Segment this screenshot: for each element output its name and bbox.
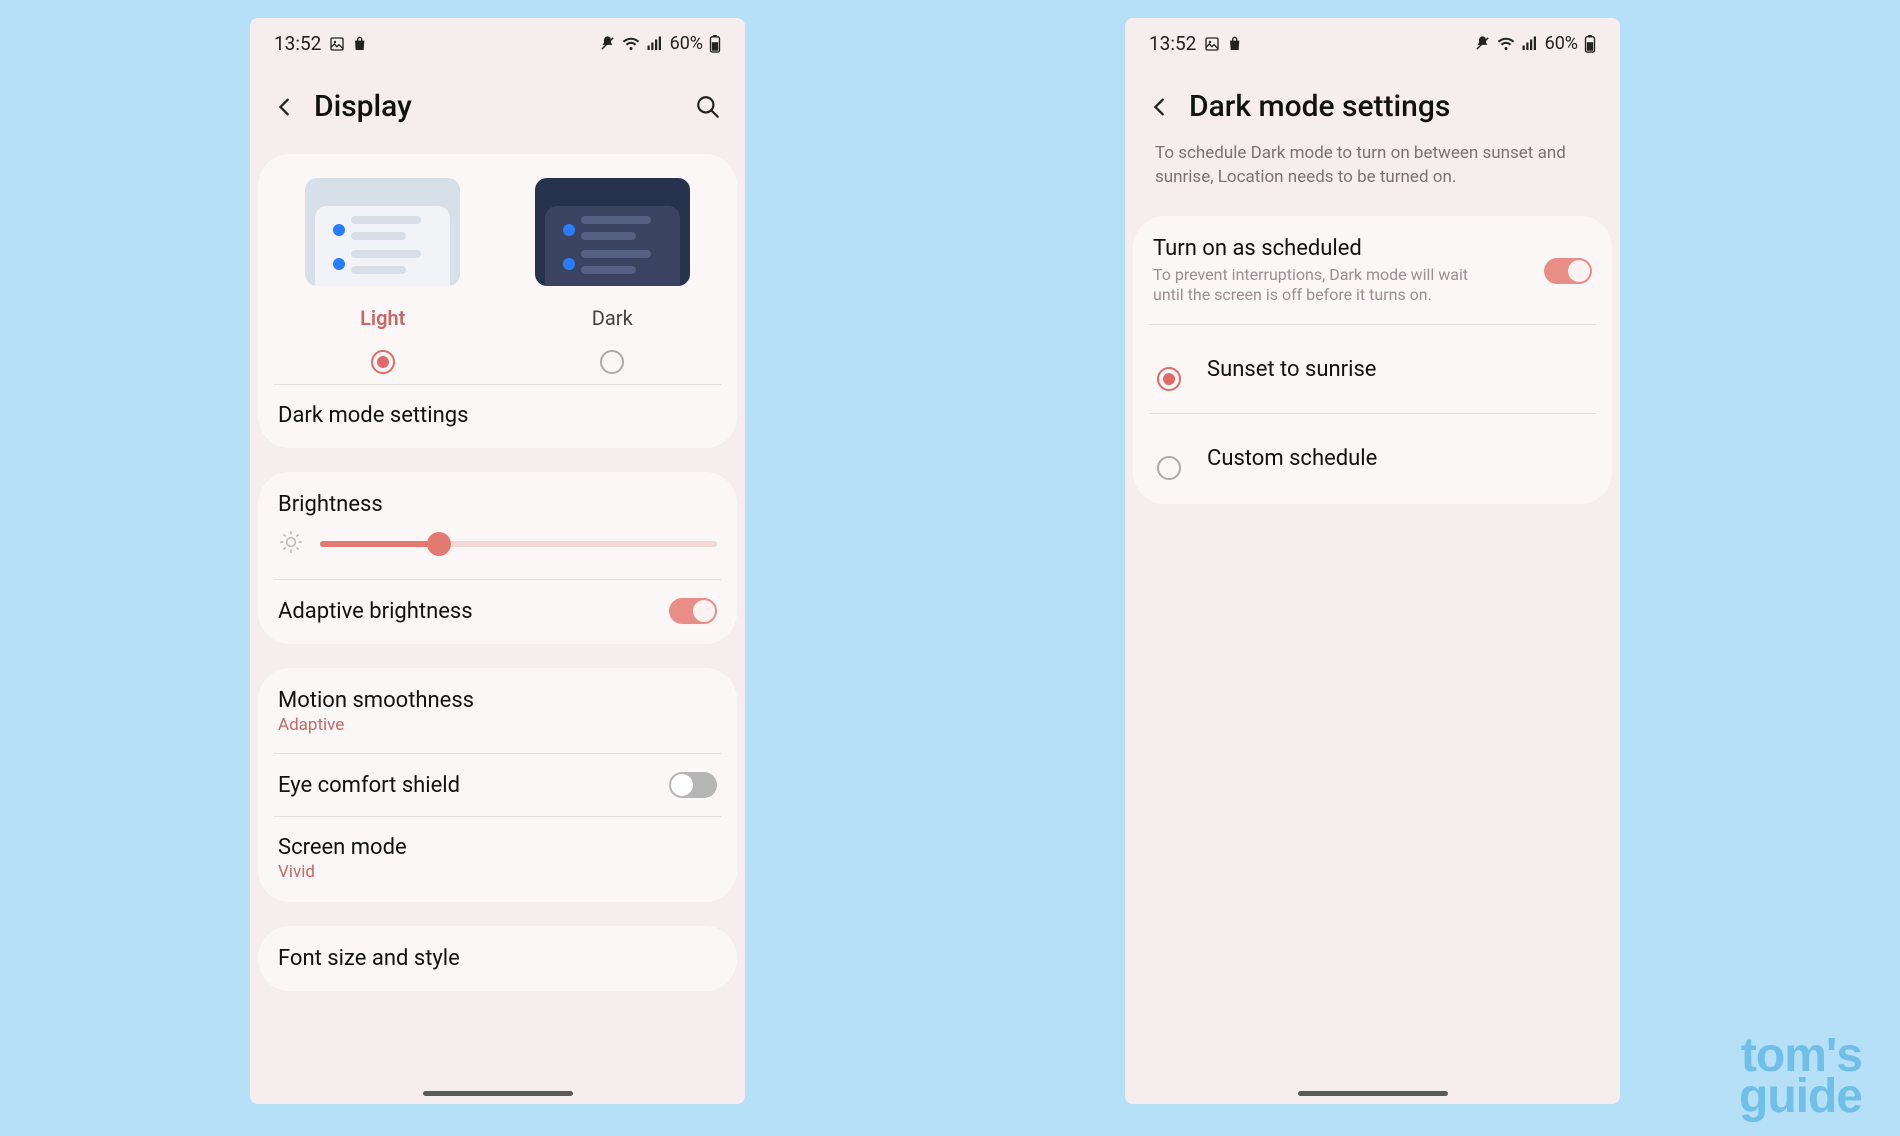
theme-thumbnail-dark: [535, 178, 690, 286]
option-sunset-row[interactable]: Sunset to sunrise: [1133, 325, 1612, 413]
option-custom-row[interactable]: Custom schedule: [1133, 414, 1612, 502]
brightness-slider[interactable]: [320, 541, 717, 547]
motion-smoothness-value: Adaptive: [278, 715, 474, 735]
watermark-logo: tom's guide: [1739, 1036, 1862, 1118]
page-description: To schedule Dark mode to turn on between…: [1125, 142, 1620, 204]
brightness-icon: [278, 529, 304, 559]
motion-smoothness-label: Motion smoothness: [278, 688, 474, 713]
signal-icon: [646, 35, 664, 53]
turn-on-scheduled-desc: To prevent interruptions, Dark mode will…: [1153, 265, 1483, 307]
brightness-slider-knob[interactable]: [427, 532, 451, 556]
dark-mode-settings-row[interactable]: Dark mode settings: [258, 385, 737, 446]
page-header: Dark mode settings: [1125, 61, 1620, 142]
brightness-slider-row: [258, 521, 737, 579]
gallery-icon: [329, 36, 345, 52]
option-custom-radio[interactable]: [1157, 456, 1181, 480]
theme-option-light[interactable]: Light: [268, 178, 498, 374]
brightness-label: Brightness: [278, 492, 383, 517]
turn-on-scheduled-row[interactable]: Turn on as scheduled To prevent interrup…: [1133, 218, 1612, 325]
gesture-bar[interactable]: [1298, 1091, 1448, 1096]
option-sunset-label: Sunset to sunrise: [1207, 357, 1376, 382]
font-size-label: Font size and style: [278, 946, 460, 971]
theme-label-light: Light: [360, 306, 405, 330]
wifi-icon: [622, 35, 640, 53]
phone-display-settings: 13:52 60%: [250, 18, 745, 1104]
battery-icon: [1584, 35, 1596, 53]
back-button[interactable]: [274, 96, 296, 118]
page-title: Display: [314, 89, 412, 124]
theme-card: Light Dark D: [258, 154, 737, 448]
wifi-icon: [1497, 35, 1515, 53]
eye-comfort-row[interactable]: Eye comfort shield: [258, 754, 737, 816]
turn-on-scheduled-label: Turn on as scheduled: [1153, 236, 1483, 261]
signal-icon: [1521, 35, 1539, 53]
page-title: Dark mode settings: [1189, 89, 1450, 124]
theme-label-dark: Dark: [592, 306, 633, 330]
eye-comfort-label: Eye comfort shield: [278, 773, 460, 798]
phone-dark-mode-settings: 13:52 60%: [1125, 18, 1620, 1104]
dark-mode-settings-label: Dark mode settings: [278, 403, 468, 428]
screen-mode-value: Vivid: [278, 862, 407, 882]
adaptive-brightness-label: Adaptive brightness: [278, 599, 473, 624]
battery-icon: [709, 35, 721, 53]
status-bar: 13:52 60%: [250, 18, 745, 61]
adaptive-brightness-toggle[interactable]: [669, 598, 717, 624]
screen-mode-label: Screen mode: [278, 835, 407, 860]
theme-radio-dark[interactable]: [600, 350, 624, 374]
screen-mode-row[interactable]: Screen mode Vivid: [258, 817, 737, 900]
gallery-icon: [1204, 36, 1220, 52]
eye-comfort-toggle[interactable]: [669, 772, 717, 798]
theme-thumbnail-light: [305, 178, 460, 286]
theme-radio-light[interactable]: [371, 350, 395, 374]
page-header: Display: [250, 61, 745, 142]
mute-icon: [599, 35, 616, 52]
search-button[interactable]: [695, 94, 721, 120]
battery-percent: 60%: [1545, 33, 1578, 54]
motion-smoothness-row[interactable]: Motion smoothness Adaptive: [258, 670, 737, 753]
option-custom-label: Custom schedule: [1207, 446, 1377, 471]
theme-option-dark[interactable]: Dark: [498, 178, 728, 374]
adaptive-brightness-row[interactable]: Adaptive brightness: [258, 580, 737, 642]
status-time: 13:52: [274, 32, 321, 55]
store-icon: [1228, 36, 1244, 52]
turn-on-scheduled-toggle[interactable]: [1544, 258, 1592, 284]
status-bar: 13:52 60%: [1125, 18, 1620, 61]
font-card: Font size and style: [258, 926, 737, 991]
display-options-card: Motion smoothness Adaptive Eye comfort s…: [258, 668, 737, 902]
schedule-card: Turn on as scheduled To prevent interrup…: [1133, 216, 1612, 505]
store-icon: [353, 36, 369, 52]
brightness-header-row: Brightness: [258, 474, 737, 521]
status-time: 13:52: [1149, 32, 1196, 55]
brightness-card: Brightness Adaptive brightness: [258, 472, 737, 644]
gesture-bar[interactable]: [423, 1091, 573, 1096]
option-sunset-radio[interactable]: [1157, 367, 1181, 391]
font-size-row[interactable]: Font size and style: [258, 928, 737, 989]
theme-selector: Light Dark: [258, 156, 737, 384]
back-button[interactable]: [1149, 96, 1171, 118]
mute-icon: [1474, 35, 1491, 52]
battery-percent: 60%: [670, 33, 703, 54]
